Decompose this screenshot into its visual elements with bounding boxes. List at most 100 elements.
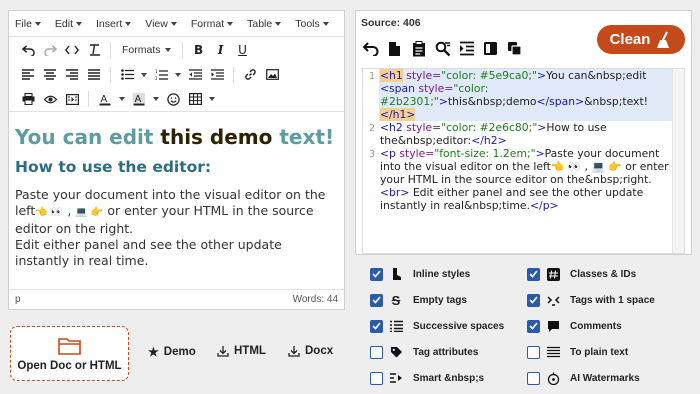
media-icon[interactable] (61, 89, 83, 109)
background-color-icon[interactable]: A (128, 89, 150, 109)
checkbox-checked[interactable] (370, 319, 383, 333)
code-line[interactable]: 1 <h1 style="color: #5e9ca0;">You can&nbs… (363, 69, 673, 121)
source-toolbar (361, 39, 524, 58)
chevron-down-icon (76, 21, 83, 26)
undo-icon[interactable] (17, 40, 39, 60)
option-classes-ids[interactable]: Classes & IDs (527, 267, 636, 281)
code-icon[interactable] (61, 40, 83, 60)
checkbox-checked[interactable] (527, 267, 540, 281)
option-inline-styles[interactable]: Inline styles (370, 267, 470, 281)
menu-view[interactable]: View (145, 18, 177, 30)
checkbox-checked[interactable] (527, 293, 540, 307)
checkbox-checked[interactable] (370, 267, 383, 281)
broom-icon (657, 31, 670, 48)
demo-button[interactable]: ★ Demo (148, 345, 196, 359)
option-to-plain-text[interactable]: To plain text (527, 345, 628, 359)
open-doc-button[interactable]: Open Doc or HTML (10, 326, 129, 381)
table-icon[interactable] (184, 89, 206, 109)
checkbox-checked[interactable] (527, 319, 540, 333)
toolbar-divider (110, 66, 111, 83)
align-center-icon[interactable] (39, 65, 61, 85)
menu-insert[interactable]: Insert (96, 18, 132, 30)
tag-icon (389, 345, 403, 359)
preview-icon[interactable] (39, 89, 61, 109)
line-number: 2 (368, 123, 375, 134)
robot-icon (546, 371, 560, 385)
code-line[interactable]: 3 <p style="font-size: 1.2em;">Paste your… (363, 147, 673, 212)
hashtag-icon (546, 267, 560, 281)
checkbox-unchecked[interactable] (527, 371, 540, 385)
toolbar-divider (233, 66, 234, 83)
star-icon: ★ (148, 345, 159, 359)
indent-icon[interactable] (206, 65, 228, 85)
text-color-icon[interactable]: A (94, 89, 116, 109)
menu-edit[interactable]: Edit (55, 18, 83, 30)
option-smart-nbsp[interactable]: Smart &nbsp;s (370, 371, 484, 385)
image-icon[interactable] (261, 65, 283, 85)
formats-dropdown[interactable]: Formats (116, 44, 177, 56)
editor-content[interactable]: You can edit this demo text! How to use … (9, 118, 344, 293)
align-justify-icon[interactable] (83, 65, 105, 85)
boot-icon (389, 267, 403, 281)
chevron-down-icon[interactable] (138, 65, 150, 85)
chevron-down-icon (164, 47, 171, 52)
menu-file[interactable]: File (15, 18, 41, 30)
chevron-down-icon[interactable] (116, 89, 128, 109)
outdent-icon[interactable] (184, 65, 206, 85)
chevron-down-icon[interactable] (150, 89, 162, 109)
download-icon (217, 346, 229, 357)
clipboard-icon[interactable] (409, 39, 428, 58)
element-path[interactable]: p (15, 294, 21, 305)
checkbox-unchecked[interactable] (370, 345, 383, 359)
split-view-icon[interactable] (481, 39, 500, 58)
bullet-list-icon[interactable] (116, 65, 138, 85)
emoticons-icon[interactable] (162, 89, 184, 109)
code-scrollbar[interactable] (672, 69, 684, 253)
menu-tools[interactable]: Tools (295, 18, 329, 30)
checkbox-checked[interactable] (370, 293, 383, 307)
menu-table[interactable]: Table (247, 18, 282, 30)
copy-icon[interactable] (505, 39, 524, 58)
code-text: <h1 style="color: #5e9ca0;">You can&nbsp… (379, 69, 673, 121)
code-line[interactable]: 2 <h2 style="color: #2e6c80;">How to use … (363, 121, 673, 147)
toolbar-divider (181, 41, 183, 58)
italic-icon[interactable]: I (210, 40, 232, 60)
new-document-icon[interactable] (385, 39, 404, 58)
find-replace-icon[interactable] (433, 39, 452, 58)
visual-editor: File Edit Insert View Format Table Tools… (8, 10, 345, 310)
source-panel: Source: 406 Clean 1 <h1 style="color: #5e… (355, 10, 692, 255)
align-right-icon[interactable] (61, 65, 83, 85)
option-comments[interactable]: Comments (527, 319, 622, 333)
download-html-button[interactable]: HTML (217, 345, 266, 357)
undo-icon[interactable] (361, 39, 380, 58)
print-icon[interactable] (17, 89, 39, 109)
redo-icon[interactable] (39, 40, 61, 60)
option-successive-spaces[interactable]: Successive spaces (370, 319, 504, 333)
bold-icon[interactable]: B (188, 40, 210, 60)
chevron-down-icon (170, 21, 177, 26)
clear-formatting-icon[interactable] (83, 40, 105, 60)
menu-format[interactable]: Format (191, 18, 234, 30)
chevron-down-icon (34, 21, 41, 26)
indent-code-icon[interactable] (457, 39, 476, 58)
word-count: Words: 44 (292, 294, 338, 305)
download-icon (288, 346, 300, 357)
clean-button[interactable]: Clean (597, 25, 685, 54)
option-ai-watermarks[interactable]: AI Watermarks (527, 371, 640, 385)
underline-icon[interactable]: U (232, 40, 254, 60)
checkbox-unchecked[interactable] (527, 345, 540, 359)
link-icon[interactable] (239, 65, 261, 85)
source-code-editor[interactable]: 1 <h1 style="color: #5e9ca0;">You can&nbs… (362, 68, 685, 254)
chevron-down-icon[interactable] (206, 89, 218, 109)
download-docx-button[interactable]: Docx (288, 345, 333, 357)
dotted-grid-icon (389, 319, 403, 333)
checkbox-unchecked[interactable] (370, 371, 383, 385)
chevron-down-icon (227, 21, 234, 26)
numbered-list-icon[interactable]: 12 (150, 65, 172, 85)
code-lines: 1 <h1 style="color: #5e9ca0;">You can&nbs… (363, 69, 673, 212)
chevron-down-icon[interactable] (172, 65, 184, 85)
option-tags-one-space[interactable]: Tags with 1 space (527, 293, 655, 307)
option-empty-tags[interactable]: S Empty tags (370, 293, 467, 308)
align-left-icon[interactable] (17, 65, 39, 85)
option-tag-attributes[interactable]: Tag attributes (370, 345, 478, 359)
